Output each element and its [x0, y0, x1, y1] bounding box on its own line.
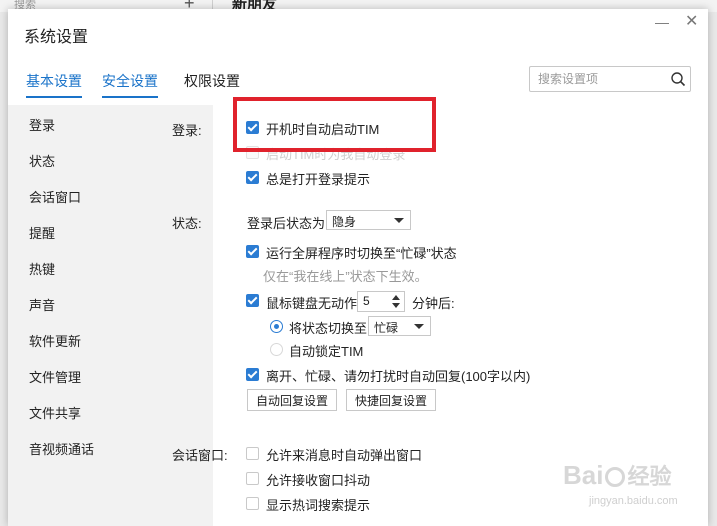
- session-section-label: 会话窗口:: [172, 448, 228, 463]
- minimize-icon[interactable]: —: [655, 15, 669, 29]
- after-login-status-value: 隐身: [332, 215, 357, 229]
- sidebar-item-login[interactable]: 登录: [29, 115, 55, 134]
- window-shake-checkbox[interactable]: [246, 472, 259, 485]
- status-section-label: 状态:: [172, 216, 202, 231]
- login-section-label: 登录:: [172, 123, 202, 138]
- stepper-down-icon[interactable]: [392, 303, 400, 308]
- fullscreen-busy-checkbox[interactable]: [246, 245, 259, 258]
- fullscreen-note: 仅在“我在线上”状态下生效。: [263, 269, 428, 284]
- show-login-tip-checkbox[interactable]: [246, 171, 259, 184]
- auto-reply-checkbox[interactable]: [246, 368, 259, 381]
- idle-status-value: 忙碌: [374, 321, 399, 335]
- sidebar-item-software-update[interactable]: 软件更新: [29, 331, 81, 350]
- sidebar-item-file-management[interactable]: 文件管理: [29, 367, 81, 386]
- switch-status-radio[interactable]: [270, 320, 283, 333]
- auto-popup-label[interactable]: 允许来消息时自动弹出窗口: [266, 445, 422, 464]
- sidebar-item-av-call[interactable]: 音视频通话: [29, 439, 94, 458]
- settings-dialog: 系统设置 — ✕ 基本设置 安全设置 权限设置 登录 状态 会话窗口 提醒 热键…: [8, 9, 708, 526]
- stepper-up-icon[interactable]: [392, 295, 400, 300]
- tab-security-settings[interactable]: 安全设置: [102, 71, 158, 98]
- paw-icon: [605, 467, 626, 488]
- sidebar-item-status[interactable]: 状态: [29, 151, 55, 170]
- idle-minutes-value: 5: [363, 294, 370, 308]
- auto-lock-label[interactable]: 自动锁定TIM: [289, 341, 363, 360]
- watermark-url: jingyan.baidu.com: [589, 495, 678, 507]
- fullscreen-busy-label[interactable]: 运行全屏程序时切换至“忙碌”状态: [266, 243, 457, 262]
- watermark-logo: Bai 经验: [563, 460, 672, 490]
- idle-minutes-suffix: 分钟后:: [412, 296, 455, 311]
- auto-popup-checkbox[interactable]: [246, 447, 259, 460]
- settings-search-box[interactable]: [529, 66, 691, 92]
- sidebar-item-sound[interactable]: 声音: [29, 295, 55, 314]
- sidebar-item-reminder[interactable]: 提醒: [29, 223, 55, 242]
- tab-permission-settings[interactable]: 权限设置: [184, 71, 240, 96]
- close-icon[interactable]: ✕: [685, 14, 698, 30]
- after-login-status-label: 登录后状态为:: [247, 216, 329, 231]
- tab-basic-settings[interactable]: 基本设置: [26, 71, 82, 98]
- hot-words-checkbox[interactable]: [246, 497, 259, 510]
- highlight-annotation-box: [233, 97, 436, 152]
- window-shake-label[interactable]: 允许接收窗口抖动: [266, 470, 370, 489]
- window-title: 系统设置: [24, 29, 89, 46]
- idle-label[interactable]: 鼠标键盘无动作: [266, 293, 357, 312]
- baidu-jingyan-watermark: Bai 经验 jingyan.baidu.com: [563, 459, 713, 519]
- quick-reply-settings-button[interactable]: 快捷回复设置: [346, 389, 436, 411]
- sidebar-item-file-sharing[interactable]: 文件共享: [29, 403, 81, 422]
- idle-status-select[interactable]: 忙碌: [368, 316, 431, 336]
- show-login-tip-label[interactable]: 总是打开登录提示: [266, 169, 370, 188]
- idle-checkbox[interactable]: [246, 294, 259, 307]
- auto-reply-label[interactable]: 离开、忙碌、请勿打扰时自动回复(100字以内): [266, 366, 530, 385]
- search-icon[interactable]: [670, 71, 686, 87]
- idle-minutes-stepper[interactable]: 5: [357, 291, 405, 312]
- sidebar-item-session-window[interactable]: 会话窗口: [29, 187, 81, 206]
- after-login-status-select[interactable]: 隐身: [326, 210, 411, 230]
- auto-reply-settings-button[interactable]: 自动回复设置: [247, 389, 337, 411]
- sidebar-item-hotkey[interactable]: 热键: [29, 259, 55, 278]
- hot-words-label[interactable]: 显示热词搜索提示: [266, 495, 370, 514]
- settings-search-input[interactable]: [536, 67, 670, 91]
- chevron-down-icon: [414, 324, 424, 329]
- switch-status-label[interactable]: 将状态切换至: [289, 318, 367, 337]
- chevron-down-icon: [394, 218, 404, 223]
- auto-lock-radio[interactable]: [270, 343, 283, 356]
